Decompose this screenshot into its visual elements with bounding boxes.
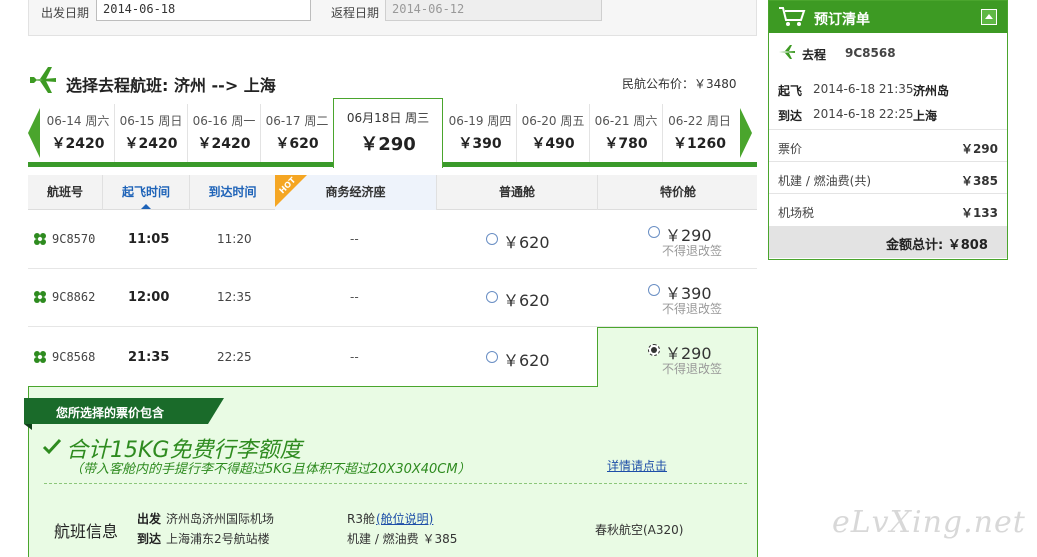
cabin-class: R3舱 (347, 512, 375, 526)
flight-number: 9C8570 (52, 232, 96, 246)
date-tab[interactable]: 06-17 周二 ￥620 (261, 104, 334, 162)
date-tab[interactable]: 06-22 周日 ￥1260 (663, 104, 736, 162)
order-arr-label: 到达 (778, 109, 803, 123)
prev-dates-arrow-icon[interactable] (28, 108, 40, 158)
date-tab[interactable]: 06-15 周日 ￥2420 (115, 104, 188, 162)
special-radio-selected[interactable] (648, 344, 660, 356)
arrive-airport: 上海浦东2号航站楼 (166, 532, 270, 546)
fare-ribbon-label: 您所选择的票价包含 (56, 406, 165, 420)
flight-info-title: 航班信息 (54, 522, 119, 541)
fare-amount: ￥290 (960, 142, 998, 156)
special-radio[interactable] (648, 284, 660, 296)
arrive-time: 22:25 (217, 350, 252, 364)
business-price: -- (350, 290, 359, 304)
depart-date-label: 出发日期 (41, 6, 90, 20)
return-date-input[interactable]: 2014-06-12 (385, 0, 602, 21)
arrive-time: 12:35 (217, 290, 252, 304)
site-watermark: eLvXing.net (832, 505, 1026, 540)
economy-price: ￥620 (503, 233, 550, 252)
economy-price: ￥620 (503, 351, 550, 370)
aircraft: 春秋航空(A320) (595, 523, 684, 537)
order-total: 金额总计: ￥808 (886, 238, 988, 253)
date-tab[interactable]: 06-19 周四 ￥390 (444, 104, 517, 162)
collapse-button[interactable] (981, 9, 997, 25)
date-tab[interactable]: 06-16 周一 ￥2420 (188, 104, 261, 162)
economy-radio[interactable] (486, 351, 498, 363)
next-dates-arrow-icon[interactable] (740, 108, 752, 158)
luggage-note: （带入客舱内的手提行李不得超过5KG且体积不超过20X30X40CM） (70, 462, 471, 477)
special-radio[interactable] (648, 226, 660, 238)
depart-date-input[interactable]: 2014-06-18 (96, 0, 311, 21)
order-panel (768, 0, 1008, 260)
date-tab[interactable]: 06-14 周六 ￥2420 (42, 104, 115, 162)
business-price: -- (350, 350, 359, 364)
special-note: 不得退改签 (662, 244, 723, 258)
col-business: 商务经济座 (325, 185, 386, 199)
depart-time: 11:05 (128, 232, 170, 247)
depart-time: 12:00 (128, 290, 170, 305)
check-icon (42, 438, 62, 455)
order-dep-time: 2014-6-18 21:35 (813, 82, 914, 96)
sort-arrive-time[interactable]: 到达时间 (190, 175, 275, 210)
special-note: 不得退改签 (662, 362, 723, 376)
col-flight-no: 航班号 (46, 185, 83, 199)
plane-icon (30, 67, 56, 93)
order-title: 预订清单 (814, 12, 870, 28)
economy-radio[interactable] (486, 233, 498, 245)
depart-time: 21:35 (128, 350, 170, 365)
page-title: 选择去程航班: 济州 --> 上海 (66, 76, 276, 95)
depart-label: 出发 (137, 512, 162, 526)
tax-fee: 机建 / 燃油费 ￥385 (347, 532, 458, 546)
date-tab[interactable]: 06-20 周五 ￥490 (517, 104, 590, 162)
business-price: -- (350, 232, 359, 246)
arrive-time: 11:20 (217, 232, 252, 246)
tax-amount: ￥385 (960, 174, 998, 188)
spring-airlines-logo-icon (34, 291, 46, 303)
spring-airlines-logo-icon (34, 233, 46, 245)
fare-label: 票价 (778, 142, 803, 156)
order-arr-time: 2014-6-18 22:25 (813, 107, 914, 121)
airport-tax-amount: ￥133 (960, 206, 998, 220)
order-arr-city: 上海 (913, 109, 938, 123)
arrive-label: 到达 (137, 532, 162, 546)
spring-airlines-logo-icon (34, 351, 46, 363)
cabin-info-link[interactable]: (舱位说明) (376, 510, 433, 527)
sort-up-icon (141, 204, 151, 209)
tax-label: 机建 / 燃油费(共) (778, 174, 872, 188)
cart-icon (779, 7, 806, 26)
flight-number: 9C8568 (52, 350, 96, 364)
public-price: 民航公布价：￥3480 (622, 77, 737, 91)
date-tab-active[interactable]: 06月18日 周三 ￥290 (333, 98, 443, 168)
order-dep-city: 济州岛 (913, 84, 950, 98)
details-link[interactable]: 详情请点击 (607, 457, 667, 474)
airport-tax-label: 机场税 (778, 206, 815, 220)
special-note: 不得退改签 (662, 302, 723, 316)
economy-radio[interactable] (486, 291, 498, 303)
depart-airport: 济州岛济州国际机场 (166, 512, 275, 526)
flight-number: 9C8862 (52, 290, 96, 304)
trip-label: 去程 (802, 48, 827, 62)
col-economy: 普通舱 (498, 185, 535, 199)
return-date-label: 返程日期 (331, 6, 380, 20)
trip-flight: 9C8568 (845, 46, 896, 60)
economy-price: ￥620 (503, 291, 550, 310)
order-dep-label: 起飞 (778, 84, 803, 98)
plane-icon (779, 45, 795, 59)
date-tab[interactable]: 06-21 周六 ￥780 (590, 104, 663, 162)
col-special: 特价舱 (659, 185, 696, 199)
